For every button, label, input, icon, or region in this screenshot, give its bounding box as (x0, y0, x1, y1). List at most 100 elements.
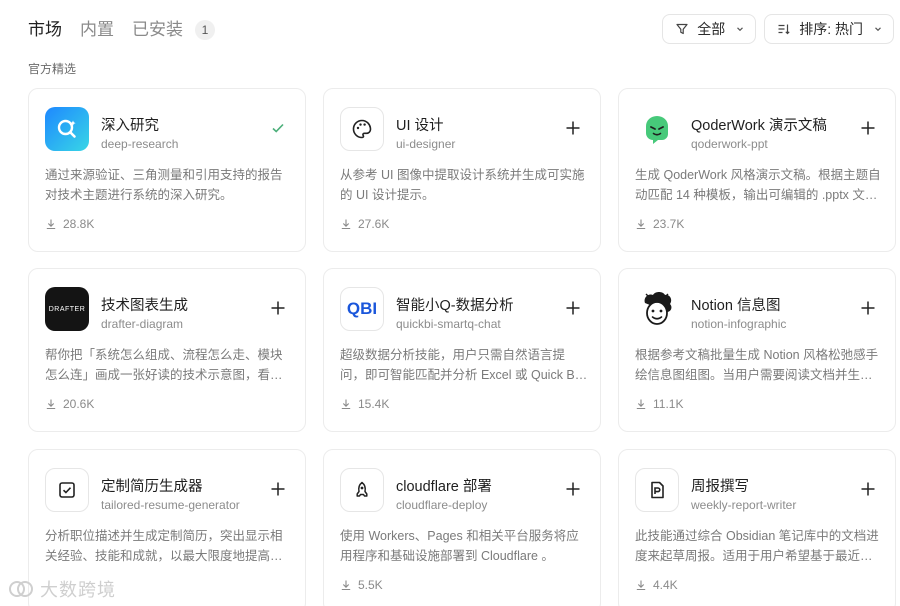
plus-icon (861, 301, 875, 315)
card-slug: deep-research (101, 137, 179, 151)
download-count-value: 11.1K (653, 397, 684, 411)
download-count-value: 15.4K (358, 397, 390, 411)
section-title: 官方精选 (28, 62, 77, 76)
card-description: 从参考 UI 图像中提取设计系统并生成可实施的 UI 设计提示。 (340, 168, 585, 202)
plus-icon (566, 482, 580, 496)
download-icon (46, 399, 56, 410)
quickbi-logo-text: QBI (346, 299, 378, 318)
download-icon (341, 399, 351, 410)
watermark: 大数跨境 (8, 576, 116, 602)
download-icon (636, 580, 646, 591)
download-count: 11.1K (635, 397, 683, 411)
skill-grid: 深入研究 deep-research 通过来源验证、三角测量和引用支持的报告对技… (28, 88, 896, 606)
download-count-value: 4.4K (653, 578, 678, 592)
card-title: 深入研究 (101, 118, 159, 134)
download-count-value: 28.8K (63, 217, 95, 231)
add-skill-button[interactable] (267, 297, 289, 319)
sort-icon (777, 22, 791, 36)
skill-card[interactable]: QoderWork 演示文稿 qoderwork-ppt 生成 QoderWor… (618, 88, 896, 252)
card-slug: cloudflare-deploy (396, 498, 488, 512)
card-description: 通过来源验证、三角测量和引用支持的报告对技术主题进行系统的深入研究。 (45, 168, 283, 202)
plus-icon (861, 482, 875, 496)
card-description: 根据参考文稿批量生成 Notion 风格松弛感手绘信息图组图。当用户需要阅读文档… (635, 348, 879, 382)
quickbi-logo-icon: QBI (340, 287, 384, 331)
checkbox-doc-icon (45, 468, 89, 512)
add-skill-button[interactable] (857, 297, 879, 319)
tab-installed[interactable]: 已安装 (132, 18, 183, 42)
card-title: 定制简历生成器 (101, 479, 203, 495)
sort-dropdown[interactable]: 排序: 热门 (764, 14, 894, 44)
card-title: 周报撰写 (691, 479, 749, 495)
download-count-value: 23.7K (653, 217, 685, 231)
add-skill-button[interactable] (857, 478, 879, 500)
qoder-mascot-icon (635, 107, 679, 151)
card-description: 帮你把「系统怎么组成、流程怎么走、模块怎么连」画成一张好读的技术示意图，看得懂的… (45, 348, 283, 382)
installed-check-icon[interactable] (267, 117, 289, 139)
add-skill-button[interactable] (562, 297, 584, 319)
download-count: 27.6K (340, 217, 389, 231)
download-icon (341, 580, 351, 591)
skill-card[interactable]: UI 设计 ui-designer 从参考 UI 图像中提取设计系统并生成可实施… (323, 88, 601, 252)
chevron-down-icon (735, 24, 745, 34)
drafter-logo-icon: DRAFTER (45, 287, 89, 331)
card-description: 生成 QoderWork 风格演示文稿。根据主题自动匹配 14 种模板，输出可编… (635, 168, 881, 202)
card-slug: ui-designer (396, 137, 456, 151)
skill-card[interactable]: 周报撰写 weekly-report-writer 此技能通过综合 Obsidi… (618, 449, 896, 606)
drafter-logo-text: DRAFTER (48, 305, 86, 313)
download-count: 5.5K (340, 578, 383, 592)
skill-card[interactable]: 深入研究 deep-research 通过来源验证、三角测量和引用支持的报告对技… (28, 88, 306, 252)
tab-builtin[interactable]: 内置 (80, 18, 114, 42)
add-skill-button[interactable] (562, 478, 584, 500)
card-slug: notion-infographic (691, 317, 787, 331)
skill-card[interactable]: cloudflare 部署 cloudflare-deploy 使用 Worke… (323, 449, 601, 606)
deep-research-icon (45, 107, 89, 151)
download-count: 15.4K (340, 397, 389, 411)
skill-card[interactable]: DRAFTER 技术图表生成 drafter-diagram 帮你把「系统怎么组… (28, 268, 306, 432)
card-description: 分析职位描述并生成定制简历，突出显示相关经验、技能和成就，以最大限度地提高面试机… (45, 529, 283, 563)
card-slug: weekly-report-writer (691, 498, 797, 512)
notion-face-icon (635, 287, 679, 331)
plus-icon (861, 121, 875, 135)
watermark-logo-icon (9, 581, 33, 597)
card-title: 智能小Q-数据分析 (396, 298, 514, 314)
card-description: 此技能通过综合 Obsidian 笔记库中的文档进度来起草周报。适用于用户希望基… (635, 529, 879, 563)
card-description: 使用 Workers、Pages 和相关平台服务将应用程序和基础设施部署到 Cl… (340, 529, 579, 563)
card-title: QoderWork 演示文稿 (691, 118, 827, 134)
rocket-icon (340, 468, 384, 512)
add-skill-button[interactable] (562, 117, 584, 139)
download-icon (636, 219, 646, 230)
card-title: Notion 信息图 (691, 298, 781, 314)
add-skill-button[interactable] (857, 117, 879, 139)
sort-label: 排序: 热门 (799, 21, 863, 37)
plus-icon (566, 121, 580, 135)
download-count: 28.8K (45, 217, 94, 231)
filter-icon (675, 22, 689, 36)
download-count-value: 5.5K (358, 578, 383, 592)
tab-market[interactable]: 市场 (28, 18, 62, 42)
download-icon (636, 399, 646, 410)
card-title: 技术图表生成 (101, 298, 188, 314)
report-doc-icon (635, 468, 679, 512)
add-skill-button[interactable] (267, 478, 289, 500)
skill-card[interactable]: Notion 信息图 notion-infographic 根据参考文稿批量生成… (618, 268, 896, 432)
toolbar-controls: 全部 排序: 热门 (654, 14, 894, 44)
tab-bar: 市场 内置 已安装 1 (28, 18, 215, 42)
plus-icon (271, 301, 285, 315)
top-bar: 市场 内置 已安装 1 全部 排序: 热门 (0, 0, 900, 58)
card-slug: qoderwork-ppt (691, 137, 768, 151)
plus-icon (271, 482, 285, 496)
palette-icon (340, 107, 384, 151)
download-count-value: 20.6K (63, 397, 95, 411)
card-description: 超级数据分析技能，用户只需自然语言提问，即可智能匹配并分析 Excel 或 Qu… (340, 348, 579, 382)
card-title: UI 设计 (396, 118, 444, 134)
card-title: cloudflare 部署 (396, 479, 492, 495)
filter-dropdown[interactable]: 全部 (662, 14, 757, 44)
download-count-value: 27.6K (358, 217, 390, 231)
card-slug: drafter-diagram (101, 317, 184, 331)
plus-icon (566, 301, 580, 315)
download-count: 4.4K (635, 578, 678, 592)
filter-label: 全部 (697, 21, 726, 37)
download-icon (46, 219, 56, 230)
installed-count-badge: 1 (195, 20, 215, 40)
skill-card[interactable]: QBI 智能小Q-数据分析 quickbi-smartq-chat 超级数据分析… (323, 268, 601, 432)
